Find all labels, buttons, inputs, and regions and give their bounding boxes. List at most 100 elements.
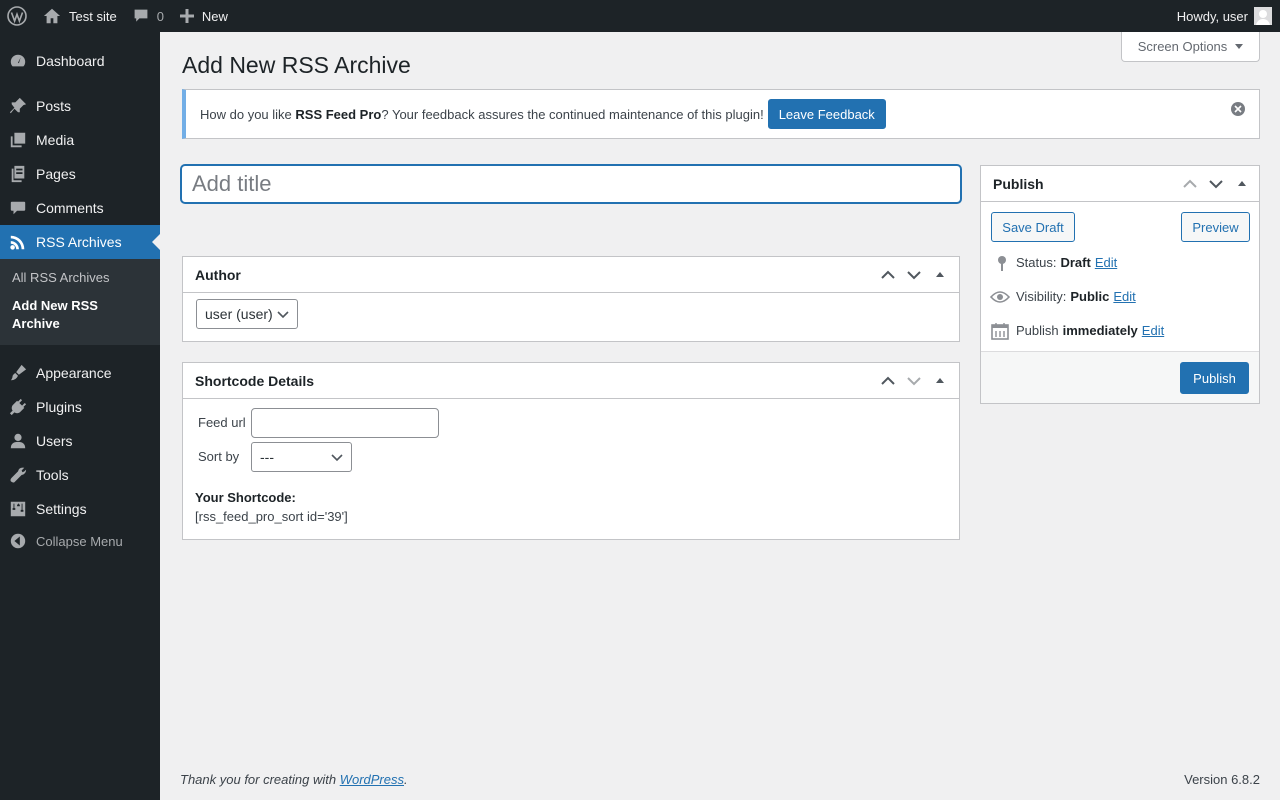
user-icon bbox=[0, 432, 36, 450]
menu-dashboard[interactable]: Dashboard bbox=[0, 44, 160, 78]
visibility-value: Public bbox=[1070, 289, 1110, 304]
feed-url-input[interactable] bbox=[251, 408, 439, 438]
author-box-title: Author bbox=[195, 266, 241, 283]
footer-thanks-text: Thank you for creating with bbox=[180, 772, 340, 787]
edit-visibility-link[interactable]: Edit bbox=[1113, 289, 1135, 304]
eye-icon bbox=[990, 290, 1010, 303]
preview-button[interactable]: Preview bbox=[1181, 212, 1250, 242]
chevron-down-icon bbox=[277, 311, 289, 319]
status-row: Status: Draft Edit bbox=[998, 255, 1117, 271]
move-down-icon[interactable] bbox=[901, 257, 927, 293]
footer-thanks-end: . bbox=[404, 772, 408, 787]
page-title: Add New RSS Archive bbox=[182, 52, 411, 78]
plugin-icon bbox=[0, 398, 36, 416]
box-controls bbox=[875, 257, 953, 293]
wordpress-link[interactable]: WordPress bbox=[340, 772, 404, 787]
your-shortcode-label: Your Shortcode: bbox=[195, 490, 296, 505]
submenu-add-new-rss-archive[interactable]: Add New RSS Archive bbox=[12, 297, 112, 333]
footer-thanks: Thank you for creating with WordPress. bbox=[180, 772, 408, 787]
site-name-link[interactable]: Test site bbox=[35, 0, 125, 32]
dismiss-notice-icon[interactable] bbox=[1231, 102, 1245, 116]
move-up-icon[interactable] bbox=[875, 257, 901, 293]
my-account[interactable]: Howdy, user bbox=[1177, 7, 1280, 25]
publish-date-row: Publish immediately Edit bbox=[991, 322, 1164, 340]
move-down-icon[interactable] bbox=[1203, 166, 1229, 202]
caret-down-icon bbox=[1235, 44, 1244, 49]
toggle-panel-icon[interactable] bbox=[1229, 166, 1255, 202]
publish-actions: Publish bbox=[981, 351, 1259, 403]
new-label: New bbox=[201, 8, 228, 24]
shortcode-box-title: Shortcode Details bbox=[195, 372, 315, 389]
visibility-row: Visibility: Public Edit bbox=[990, 289, 1136, 304]
publish-button[interactable]: Publish bbox=[1180, 362, 1249, 394]
move-up-icon[interactable] bbox=[875, 363, 901, 399]
save-draft-button[interactable]: Save Draft bbox=[991, 212, 1075, 242]
shortcode-details-box: Shortcode Details Feed url Sort by --- Y… bbox=[182, 362, 960, 540]
menu-plugins[interactable]: Plugins bbox=[0, 390, 160, 424]
move-down-icon[interactable] bbox=[901, 363, 927, 399]
shortcode-text: [rss_feed_pro_sort id='39'] bbox=[195, 509, 348, 524]
rss-submenu: All RSS Archives Add New RSS Archive bbox=[0, 259, 160, 345]
publish-box-title: Publish bbox=[993, 175, 1044, 192]
visibility-label: Visibility: bbox=[1016, 289, 1067, 304]
author-box-header: Author bbox=[183, 257, 959, 293]
edit-status-link[interactable]: Edit bbox=[1095, 255, 1117, 270]
menu-label: RSS Archives bbox=[36, 234, 122, 250]
menu-label: Users bbox=[36, 433, 73, 449]
box-controls bbox=[875, 363, 953, 399]
comments-link[interactable]: 0 bbox=[125, 0, 172, 32]
notice-text-after: ? Your feedback assures the continued ma… bbox=[381, 106, 764, 122]
menu-users[interactable]: Users bbox=[0, 424, 160, 458]
collapse-menu-button[interactable]: Collapse Menu bbox=[0, 524, 160, 558]
status-label: Status: bbox=[1016, 255, 1057, 270]
footer-version: Version 6.8.2 bbox=[1184, 772, 1260, 787]
sort-by-select[interactable]: --- bbox=[251, 442, 352, 472]
menu-comments[interactable]: Comments bbox=[0, 191, 160, 225]
menu-label: Dashboard bbox=[36, 53, 105, 69]
move-up-icon[interactable] bbox=[1177, 166, 1203, 202]
author-select[interactable]: user (user) bbox=[196, 299, 298, 329]
calendar-icon bbox=[991, 322, 1009, 340]
new-content-link[interactable]: New bbox=[172, 0, 236, 32]
comments-count: 0 bbox=[156, 8, 164, 24]
menu-posts[interactable]: Posts bbox=[0, 89, 160, 123]
sort-by-selected-value: --- bbox=[260, 449, 274, 465]
home-icon bbox=[43, 8, 61, 24]
status-value: Draft bbox=[1060, 255, 1091, 270]
leave-feedback-button[interactable]: Leave Feedback bbox=[767, 99, 886, 129]
brush-icon bbox=[0, 364, 36, 382]
wrench-icon bbox=[0, 466, 36, 484]
plus-icon bbox=[179, 9, 194, 23]
notice-text: How do you like RSS Feed Pro? Your feedb… bbox=[200, 107, 764, 122]
menu-appearance[interactable]: Appearance bbox=[0, 356, 160, 390]
menu-settings[interactable]: Settings bbox=[0, 492, 160, 526]
pushpin-icon bbox=[0, 97, 36, 115]
box-controls bbox=[1177, 166, 1255, 202]
menu-media[interactable]: Media bbox=[0, 123, 160, 157]
notice-text-before: How do you like bbox=[200, 106, 296, 122]
screen-options-button[interactable]: Screen Options bbox=[1121, 32, 1260, 62]
submenu-all-rss-archives[interactable]: All RSS Archives bbox=[12, 269, 152, 287]
feedback-notice: How do you like RSS Feed Pro? Your feedb… bbox=[182, 89, 1260, 139]
admin-bar: Test site 0 New Howdy, user bbox=[0, 0, 1280, 32]
rss-icon bbox=[0, 233, 36, 251]
pin-icon bbox=[998, 255, 1006, 271]
menu-pages[interactable]: Pages bbox=[0, 157, 160, 191]
menu-label: Posts bbox=[36, 98, 72, 114]
wordpress-logo-icon[interactable] bbox=[0, 0, 35, 32]
toggle-panel-icon[interactable] bbox=[927, 363, 953, 399]
dashboard-icon bbox=[0, 52, 36, 70]
menu-tools[interactable]: Tools bbox=[0, 458, 160, 492]
media-icon bbox=[0, 131, 36, 149]
comment-icon bbox=[134, 9, 148, 22]
chevron-down-icon bbox=[331, 454, 343, 462]
avatar bbox=[1254, 7, 1272, 25]
publish-box-header: Publish bbox=[981, 166, 1259, 202]
title-input[interactable] bbox=[181, 165, 961, 203]
menu-rss-archives[interactable]: RSS Archives bbox=[0, 225, 160, 259]
edit-publish-date-link[interactable]: Edit bbox=[1142, 323, 1164, 338]
admin-menu: Dashboard Posts Media Pages Comments RSS… bbox=[0, 32, 160, 800]
menu-label: Appearance bbox=[36, 365, 112, 381]
publish-label: Publish bbox=[1016, 323, 1059, 338]
toggle-panel-icon[interactable] bbox=[927, 257, 953, 293]
